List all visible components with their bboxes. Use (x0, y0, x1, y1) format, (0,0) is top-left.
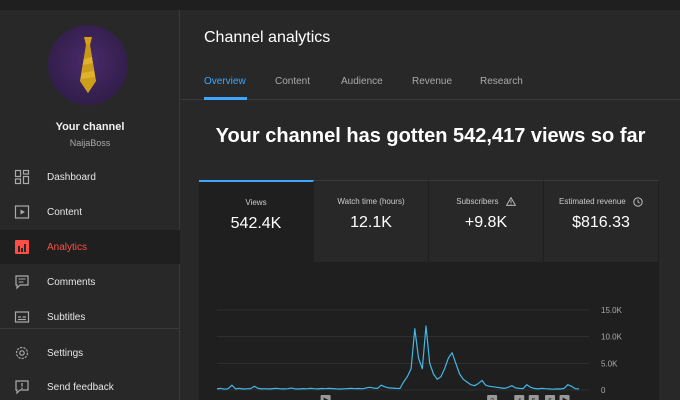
subtitles-icon (14, 311, 30, 323)
tab-bar: Overview Content Audience Revenue Resear… (181, 68, 680, 100)
analytics-card: Views 542.4K Watch time (hours) 12.1K Su… (199, 180, 659, 400)
channel-handle: NaijaBoss (69, 138, 111, 148)
sidebar-item-analytics[interactable]: Analytics (0, 230, 180, 264)
top-bar (0, 0, 680, 10)
y-tick-label: 0 (601, 386, 606, 395)
metric-label: Views (245, 198, 267, 207)
metric-tabs: Views 542.4K Watch time (hours) 12.1K Su… (199, 180, 659, 262)
content-icon (14, 205, 30, 219)
metric-value: 12.1K (350, 214, 392, 231)
tab-overview[interactable]: Overview (204, 76, 246, 87)
active-tab-indicator (204, 97, 247, 100)
tab-research[interactable]: Research (480, 76, 523, 87)
clock-icon (633, 197, 643, 207)
metric-label-text: Subscribers (456, 197, 499, 206)
sidebar-item-label: Content (47, 206, 83, 218)
dashboard-icon (14, 169, 30, 185)
metric-value: 542.4K (230, 215, 282, 232)
avatar[interactable] (48, 25, 128, 105)
sidebar: Your channel NaijaBoss Dashboard Content… (0, 10, 180, 400)
sidebar-item-send-feedback[interactable]: Send feedback (0, 370, 180, 400)
y-tick-label: 10.0K (601, 333, 623, 342)
page-title: Channel analytics (204, 29, 331, 46)
views-chart: 05.0K10.0K15.0K2456 (216, 306, 623, 400)
sidebar-item-label: Settings (47, 347, 84, 359)
tab-revenue[interactable]: Revenue (412, 76, 452, 87)
analytics-icon (15, 240, 29, 254)
sidebar-item-label: Comments (47, 276, 96, 288)
channel-name: Your channel (55, 121, 125, 133)
tab-content[interactable]: Content (275, 76, 310, 87)
views-series-line (216, 325, 580, 390)
tab-audience[interactable]: Audience (341, 76, 383, 87)
sidebar-item-dashboard[interactable]: Dashboard (0, 160, 180, 194)
metric-label-text: Estimated revenue (559, 197, 626, 207)
y-tick-label: 15.0K (601, 306, 623, 315)
sidebar-divider (0, 328, 180, 329)
main-content: Channel analytics Overview Content Audie… (181, 10, 680, 400)
metric-label: Estimated revenue (544, 197, 658, 207)
sidebar-item-settings[interactable]: Settings (0, 336, 180, 370)
metric-value: +9.8K (464, 214, 508, 231)
views-headline: Your channel has gotten 542,417 views so… (215, 125, 646, 147)
sidebar-item-content[interactable]: Content (0, 195, 180, 229)
settings-icon (15, 346, 29, 360)
sidebar-item-label: Analytics (47, 241, 88, 253)
metric-views[interactable]: Views 542.4K (199, 180, 314, 262)
sidebar-item-comments[interactable]: Comments (0, 265, 180, 299)
warning-icon (505, 197, 516, 207)
metric-estimated-revenue[interactable]: Estimated revenue $816.33 (544, 180, 659, 262)
sidebar-item-label: Send feedback (47, 381, 114, 393)
metric-value: $816.33 (572, 214, 630, 231)
sidebar-item-label: Subtitles (47, 311, 86, 323)
sidebar-item-label: Dashboard (47, 171, 96, 183)
comments-icon (15, 275, 29, 290)
metric-label: Watch time (hours) (337, 197, 405, 206)
tie-logo-icon (80, 37, 96, 93)
y-tick-label: 5.0K (601, 359, 618, 368)
metric-label: Subscribers (429, 197, 543, 207)
metric-watch-time[interactable]: Watch time (hours) 12.1K (314, 180, 429, 262)
metric-subscribers[interactable]: Subscribers +9.8K (429, 180, 544, 262)
feedback-icon (15, 380, 29, 395)
